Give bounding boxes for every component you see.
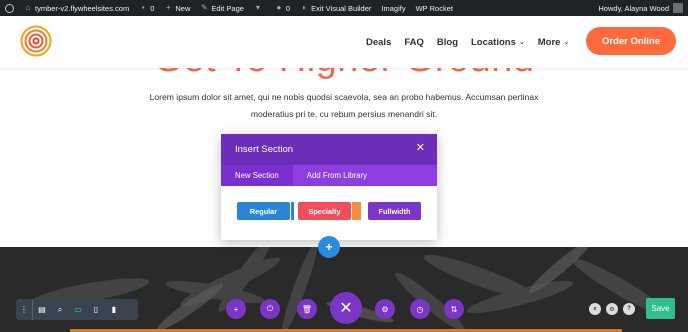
regular-section-button[interactable]: Regular	[237, 202, 290, 220]
home-icon: ⌂	[25, 3, 31, 12]
site-header: Deals FAQ Blog Locations ⌄ More ⌄ Order On…	[0, 16, 688, 68]
plus-icon: +	[166, 3, 171, 12]
nav-label: Deals	[366, 36, 392, 48]
edit-page-link[interactable]: ✎ Edit Page	[195, 0, 249, 16]
wp-rocket-link[interactable]: WP Rocket	[411, 0, 458, 16]
comments-count: 0	[150, 3, 155, 13]
trash-icon[interactable]: 🗑	[297, 299, 317, 319]
wordpress-icon	[5, 3, 14, 13]
tab-add-from-library[interactable]: Add From Library	[293, 165, 381, 186]
site-name-label: tymber-v2.flywheelsites.com	[35, 3, 130, 13]
vaccount-icon: ●	[276, 3, 282, 12]
add-section-button[interactable]: +	[318, 236, 340, 258]
zoom-icon[interactable]: ⌕	[51, 299, 69, 320]
nav-more[interactable]: More ⌄	[538, 37, 570, 48]
history-icon[interactable]: ◷	[410, 299, 430, 319]
portability-icon[interactable]: ⇅	[444, 299, 464, 319]
nav-label: Locations	[471, 36, 516, 48]
desktop-view-icon[interactable]: ▭	[69, 299, 87, 320]
plus-icon: +	[325, 240, 333, 254]
add-module-button[interactable]: +	[226, 299, 246, 319]
woo-link[interactable]: ▾	[249, 0, 270, 16]
imagify-link[interactable]: Imagify	[376, 0, 410, 16]
nav-blog[interactable]: Blog	[437, 37, 458, 48]
account-menu[interactable]: Howdy, Alayna Wood	[593, 0, 688, 16]
pencil-icon: ✎	[201, 3, 208, 12]
modal-tabs: New Section Add From Library	[221, 165, 437, 186]
site-name-link[interactable]: ⌂ tymber-v2.flywheelsites.com	[19, 0, 134, 16]
new-label: New	[175, 3, 191, 13]
wordpress-logo-button[interactable]	[0, 0, 19, 16]
tab-new-section[interactable]: New Section	[221, 165, 293, 186]
divi-icon: ◗	[301, 3, 307, 12]
chevron-down-icon: ⌄	[518, 39, 525, 46]
settings-icon[interactable]: ⚙	[606, 303, 618, 315]
hero-paragraph: Lorem ipsum dolor sit amet, qui ne nobis…	[149, 92, 539, 119]
chevron-down-icon: ⌄	[563, 39, 570, 46]
modal-body: Regular Specialty Fullwidth	[221, 186, 437, 240]
nav-faq[interactable]: FAQ	[404, 37, 424, 48]
nav-label: More	[537, 36, 561, 48]
woo-icon: ▾	[255, 3, 260, 12]
vaccount-count: 0	[285, 3, 291, 13]
power-icon[interactable]: ⏻	[260, 299, 280, 319]
modal-title: Insert Section	[235, 144, 294, 155]
phone-view-icon[interactable]: ▮	[105, 299, 123, 320]
nav-locations[interactable]: Locations ⌄	[471, 37, 525, 48]
insert-section-modal: Insert Section ✕ New Section Add From Li…	[221, 134, 437, 240]
more-options-icon[interactable]: ⋮	[16, 299, 33, 320]
wp-rocket-label: WP Rocket	[415, 3, 453, 13]
site-logo-icon[interactable]	[20, 25, 52, 57]
page-settings-toolbar: ⋮ ▤ ⌕ ▭ ▯ ▮	[16, 299, 138, 320]
save-button[interactable]: Save	[646, 298, 675, 319]
regular-section-preview	[291, 202, 294, 220]
specialty-section-button[interactable]: Specialty	[298, 202, 351, 220]
nav-label: Blog	[436, 36, 458, 48]
howdy-label: Howdy, Alayna Wood	[598, 3, 669, 13]
fullwidth-section-button[interactable]: Fullwidth	[368, 202, 421, 220]
plus-icon: +	[233, 304, 239, 314]
tablet-view-icon[interactable]: ▯	[87, 299, 105, 320]
imagify-label: Imagify	[381, 3, 406, 13]
nav-deals[interactable]: Deals	[366, 37, 391, 48]
nav-label: FAQ	[404, 36, 424, 48]
new-content-link[interactable]: + New	[159, 0, 195, 16]
exit-visual-builder-link[interactable]: ◗ Exit Visual Builder	[295, 0, 376, 16]
close-icon[interactable]: ✕	[416, 143, 425, 154]
edit-page-label: Edit Page	[211, 3, 244, 13]
exit-builder-label: Exit Visual Builder	[311, 3, 372, 13]
help-icon[interactable]: ?	[623, 303, 635, 315]
main-nav: Deals FAQ Blog Locations ⌄ More ⌄	[366, 16, 582, 68]
vaccount-link[interactable]: ● 0	[270, 0, 295, 16]
close-builder-icon[interactable]: ✕	[330, 292, 362, 324]
admin-bar: ⌂ tymber-v2.flywheelsites.com ▪ 0 + New …	[0, 0, 688, 16]
search-icon[interactable]: ⌕	[589, 303, 601, 315]
avatar	[673, 3, 683, 13]
layers-icon[interactable]: ▤	[33, 299, 51, 320]
modal-header: Insert Section ✕	[221, 134, 437, 165]
specialty-section-preview	[352, 202, 361, 220]
order-online-button[interactable]: Order Online	[586, 27, 676, 55]
gear-icon[interactable]: ⚙	[375, 299, 395, 319]
comments-link[interactable]: ▪ 0	[134, 0, 159, 16]
comment-icon: ▪	[141, 3, 145, 12]
